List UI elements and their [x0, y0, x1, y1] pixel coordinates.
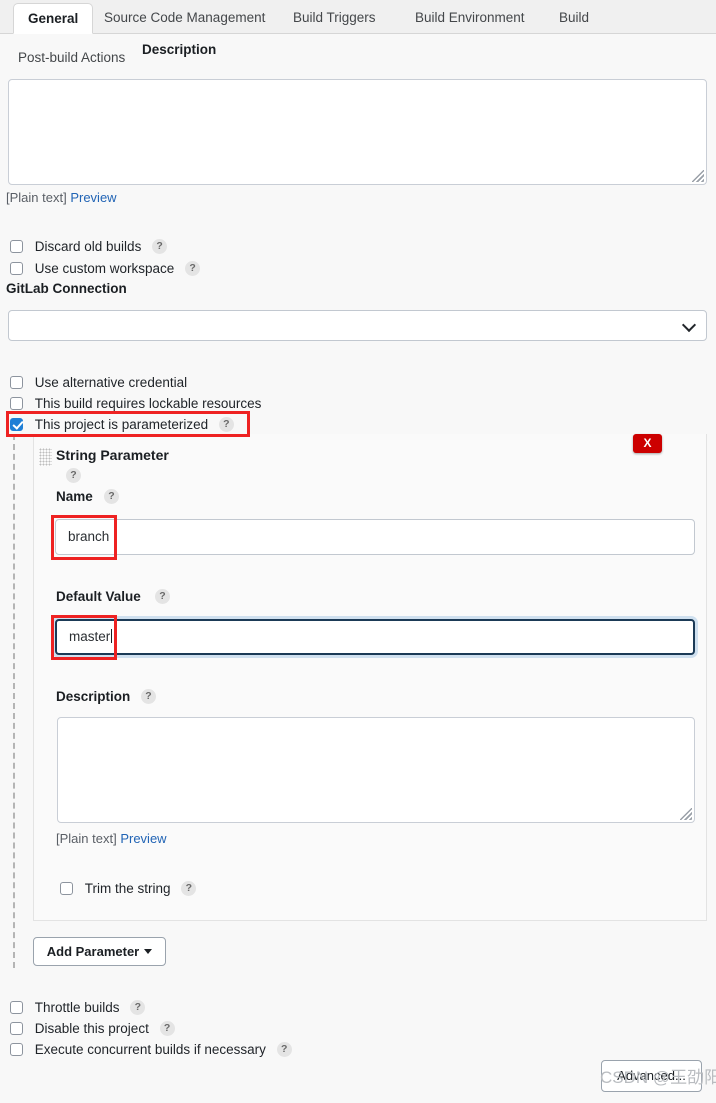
string-parameter-title: String Parameter	[56, 447, 169, 463]
parameter-default-value-label: Default Value	[56, 589, 141, 604]
config-tab-bar: General Source Code Management Build Tri…	[0, 0, 716, 34]
parameter-default-value-input[interactable]: master	[55, 619, 695, 655]
discard-old-builds-checkbox[interactable]	[10, 239, 23, 253]
tab-post-build-actions[interactable]: Post-build Actions	[18, 50, 125, 65]
parameter-name-input[interactable]: branch	[55, 519, 695, 555]
trim-the-string-checkbox[interactable]	[60, 881, 73, 895]
lockable-resources-label: This build requires lockable resources	[34, 395, 262, 411]
add-parameter-label: Add Parameter	[46, 944, 140, 959]
option-throttle-builds[interactable]: Throttle builds ?	[10, 999, 146, 1015]
parameter-name-help-icon[interactable]: ?	[104, 489, 119, 504]
option-discard-old-builds[interactable]: Discard old builds ?	[10, 238, 168, 254]
parameter-default-value-help-icon[interactable]: ?	[155, 589, 170, 604]
use-custom-workspace-help-icon[interactable]: ?	[185, 260, 201, 276]
parameter-description-help-icon[interactable]: ?	[141, 689, 156, 704]
tab-build[interactable]: Build	[545, 4, 603, 33]
throttle-builds-label: Throttle builds	[34, 999, 120, 1015]
text-cursor	[111, 629, 113, 643]
disable-this-project-help-icon[interactable]: ?	[159, 1020, 175, 1036]
parameter-description-label: Description	[56, 689, 131, 704]
parameter-plaintext-row: [Plain text] Preview	[56, 831, 167, 846]
option-use-custom-workspace[interactable]: Use custom workspace ?	[10, 260, 201, 276]
resize-grip-icon[interactable]	[680, 808, 692, 820]
chevron-down-icon	[144, 949, 153, 954]
description-textarea[interactable]	[8, 79, 707, 185]
plain-text-label: [Plain text]	[6, 190, 67, 205]
disable-this-project-label: Disable this project	[34, 1020, 149, 1036]
option-execute-concurrent-builds[interactable]: Execute concurrent builds if necessary ?	[10, 1041, 292, 1057]
trim-the-string-label: Trim the string	[84, 880, 171, 896]
description-heading: Description	[142, 42, 217, 57]
execute-concurrent-builds-checkbox[interactable]	[10, 1042, 23, 1056]
parameter-name-label: Name	[56, 489, 93, 504]
project-is-parameterized-checkbox[interactable]	[10, 417, 23, 431]
add-parameter-button[interactable]: Add Parameter	[33, 937, 166, 966]
project-is-parameterized-help-icon[interactable]: ?	[218, 416, 234, 432]
gitlab-connection-heading: GitLab Connection	[6, 281, 127, 296]
option-project-is-parameterized[interactable]: This project is parameterized ?	[10, 416, 234, 432]
option-disable-this-project[interactable]: Disable this project ?	[10, 1020, 175, 1036]
chevron-down-icon	[681, 317, 697, 332]
use-custom-workspace-checkbox[interactable]	[10, 261, 23, 275]
preview-link[interactable]: Preview	[70, 190, 116, 205]
description-plaintext-row: [Plain text] Preview	[6, 190, 117, 205]
string-parameter-help-icon[interactable]: ?	[66, 468, 81, 483]
parameter-description-textarea[interactable]	[57, 717, 695, 823]
use-alternative-credential-label: Use alternative credential	[34, 374, 188, 390]
drag-handle-icon[interactable]	[39, 448, 52, 466]
trim-the-string-help-icon[interactable]: ?	[181, 880, 197, 896]
throttle-builds-checkbox[interactable]	[10, 1000, 23, 1014]
option-use-alternative-credential[interactable]: Use alternative credential	[10, 374, 187, 390]
parameter-plain-text-label: [Plain text]	[56, 831, 117, 846]
disable-this-project-checkbox[interactable]	[10, 1021, 23, 1035]
use-alternative-credential-checkbox[interactable]	[10, 375, 23, 389]
parameter-default-value-text: master	[69, 629, 111, 644]
parameter-preview-link[interactable]: Preview	[120, 831, 166, 846]
option-trim-the-string[interactable]: Trim the string ?	[60, 880, 197, 896]
discard-old-builds-help-icon[interactable]: ?	[152, 238, 168, 254]
csdn-watermark: CSDN @王劭阳	[600, 1068, 716, 1087]
execute-concurrent-builds-label: Execute concurrent builds if necessary	[34, 1041, 266, 1057]
lockable-resources-checkbox[interactable]	[10, 396, 23, 410]
resize-grip-icon[interactable]	[692, 170, 704, 182]
use-custom-workspace-label: Use custom workspace	[34, 260, 175, 276]
throttle-builds-help-icon[interactable]: ?	[130, 999, 146, 1015]
tab-general[interactable]: General	[13, 3, 94, 34]
tab-build-environment[interactable]: Build Environment	[401, 4, 539, 33]
tab-source-code-management[interactable]: Source Code Management	[90, 4, 279, 33]
string-parameter-card	[33, 434, 707, 921]
tab-build-triggers[interactable]: Build Triggers	[279, 4, 390, 33]
parameter-block-guide	[13, 434, 15, 968]
delete-parameter-button[interactable]: X	[633, 434, 662, 453]
gitlab-connection-select[interactable]	[8, 310, 707, 341]
option-lockable-resources[interactable]: This build requires lockable resources	[10, 395, 261, 411]
project-is-parameterized-label: This project is parameterized	[34, 416, 209, 432]
execute-concurrent-builds-help-icon[interactable]: ?	[276, 1041, 292, 1057]
discard-old-builds-label: Discard old builds	[34, 238, 142, 254]
